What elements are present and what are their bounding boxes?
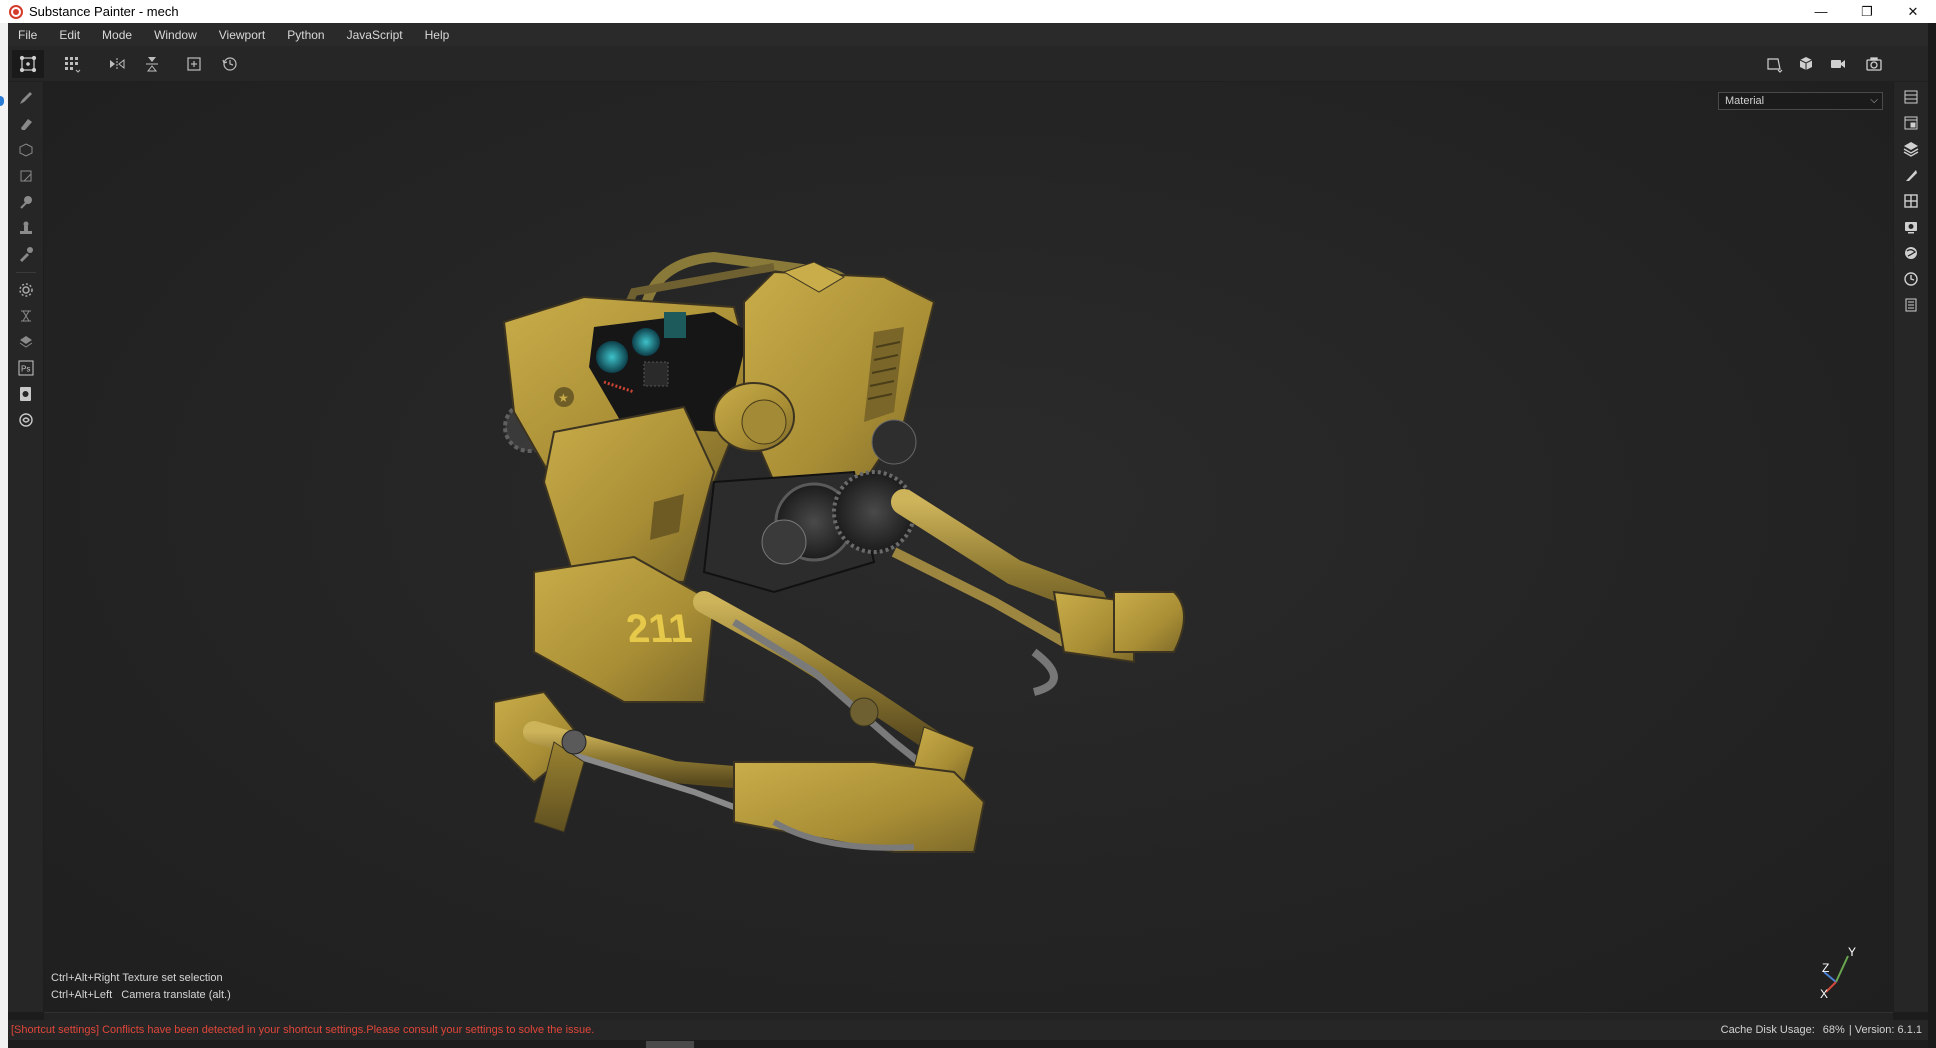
bake-icon[interactable]	[16, 306, 36, 326]
window-controls: — ❐ ✕	[1798, 0, 1936, 23]
axis-z-label: Z	[1822, 961, 1829, 975]
menu-window[interactable]: Window	[143, 28, 208, 42]
brush-icon[interactable]	[16, 88, 36, 108]
channel-select[interactable]: Material ⌵	[1718, 92, 1883, 110]
substance-icon[interactable]	[16, 410, 36, 430]
substance-painter-logo-icon	[9, 4, 23, 19]
3d-viewport[interactable]: Material ⌵ ★ 211 Ctrl+Alt+Right Texture …	[44, 82, 1893, 1012]
polygon-fill-icon[interactable]	[16, 166, 36, 186]
uv-grid-icon[interactable]	[1901, 191, 1921, 211]
edge-indicator	[0, 96, 4, 106]
eraser-icon[interactable]	[16, 114, 36, 134]
bottom-scrollbar[interactable]	[8, 1040, 1928, 1048]
settings-gear-icon[interactable]	[16, 280, 36, 300]
menu-edit[interactable]: Edit	[48, 28, 91, 42]
version-text: | Version: 6.1.1	[1848, 1024, 1922, 1036]
status-error-message[interactable]: [Shortcut settings] Conflicts have been …	[8, 1024, 594, 1036]
projection-icon[interactable]	[16, 140, 36, 160]
svg-text:★: ★	[558, 391, 569, 405]
menu-javascript[interactable]: JavaScript	[336, 28, 414, 42]
title-bar: Substance Painter - mech — ❐ ✕	[0, 0, 1936, 23]
2d-view-icon[interactable]	[1758, 50, 1790, 78]
menu-mode[interactable]: Mode	[91, 28, 143, 42]
channel-select-value: Material	[1725, 95, 1765, 107]
camera-video-icon[interactable]	[1822, 50, 1854, 78]
texture-set-icon[interactable]	[1901, 113, 1921, 133]
clone-icon[interactable]	[16, 218, 36, 238]
cache-disk-value: 68%	[1822, 1024, 1845, 1036]
left-tool-column: Ps	[8, 82, 44, 1012]
menu-python[interactable]: Python	[276, 28, 335, 42]
history-clock-icon[interactable]	[1901, 269, 1921, 289]
menu-viewport[interactable]: Viewport	[208, 28, 276, 42]
3d-view-icon[interactable]	[1790, 50, 1822, 78]
frame-add-icon[interactable]	[178, 50, 210, 78]
viewport-bottom-edge	[44, 1012, 1893, 1020]
close-button[interactable]: ✕	[1890, 0, 1936, 23]
axis-gizmo: Y Z X	[1820, 945, 1856, 1001]
hint-line: Ctrl+Alt+Left Camera translate (alt.)	[51, 989, 231, 1001]
minimize-button[interactable]: —	[1798, 0, 1844, 23]
window-title: Substance Painter - mech	[29, 4, 179, 19]
select-grid-icon[interactable]	[12, 50, 44, 78]
photoshop-icon-label: Ps	[21, 365, 30, 374]
scrollbar-thumb[interactable]	[646, 1041, 694, 1048]
shortcut-hints: Ctrl+Alt+Right Texture set selection Ctr…	[51, 970, 231, 1004]
tool-separator	[16, 272, 36, 273]
screenshot-icon[interactable]	[1858, 50, 1890, 78]
menu-bar: File Edit Mode Window Viewport Python Ja…	[8, 23, 1928, 46]
properties-icon[interactable]	[1901, 165, 1921, 185]
photoshop-icon[interactable]: Ps	[16, 358, 36, 378]
display-icon[interactable]	[1901, 217, 1921, 237]
hint-line: Ctrl+Alt+Right Texture set selection	[51, 972, 223, 984]
symmetry-y-icon[interactable]	[136, 50, 168, 78]
chevron-down-icon: ⌵	[1870, 95, 1878, 106]
restore-button[interactable]: ❐	[1844, 0, 1890, 23]
model-number-decal: 211	[624, 606, 695, 651]
plugin-icon[interactable]	[16, 332, 36, 352]
cache-disk-label: Cache Disk Usage:	[1720, 1024, 1815, 1036]
environment-icon[interactable]	[1901, 243, 1921, 263]
status-info: Cache Disk Usage: 68% | Version: 6.1.1	[1721, 1020, 1922, 1040]
log-icon[interactable]	[1901, 295, 1921, 315]
layers-icon[interactable]	[1901, 139, 1921, 159]
status-bar: [Shortcut settings] Conflicts have been …	[8, 1020, 1928, 1040]
axis-x-label: X	[1820, 987, 1828, 1001]
menu-file[interactable]: File	[8, 28, 48, 42]
mech-3d-model[interactable]: ★ 345817 211	[474, 182, 1404, 962]
symmetry-x-icon[interactable]	[101, 50, 133, 78]
substance-painter-window: Substance Painter - mech — ❐ ✕ File Edit…	[0, 0, 1936, 1048]
main-toolbar	[8, 46, 1928, 82]
menu-help[interactable]: Help	[414, 28, 461, 42]
window-right-edge	[1928, 23, 1936, 1048]
color-picker-icon[interactable]	[16, 244, 36, 264]
grid-options-icon[interactable]	[56, 50, 88, 78]
desktop-edge	[0, 23, 8, 1048]
smudge-icon[interactable]	[16, 192, 36, 212]
history-icon[interactable]	[214, 50, 246, 78]
axis-y-label: Y	[1848, 945, 1856, 959]
export-icon[interactable]	[16, 384, 36, 404]
right-panel-icons	[1893, 82, 1928, 1012]
layers-list-icon[interactable]	[1901, 87, 1921, 107]
